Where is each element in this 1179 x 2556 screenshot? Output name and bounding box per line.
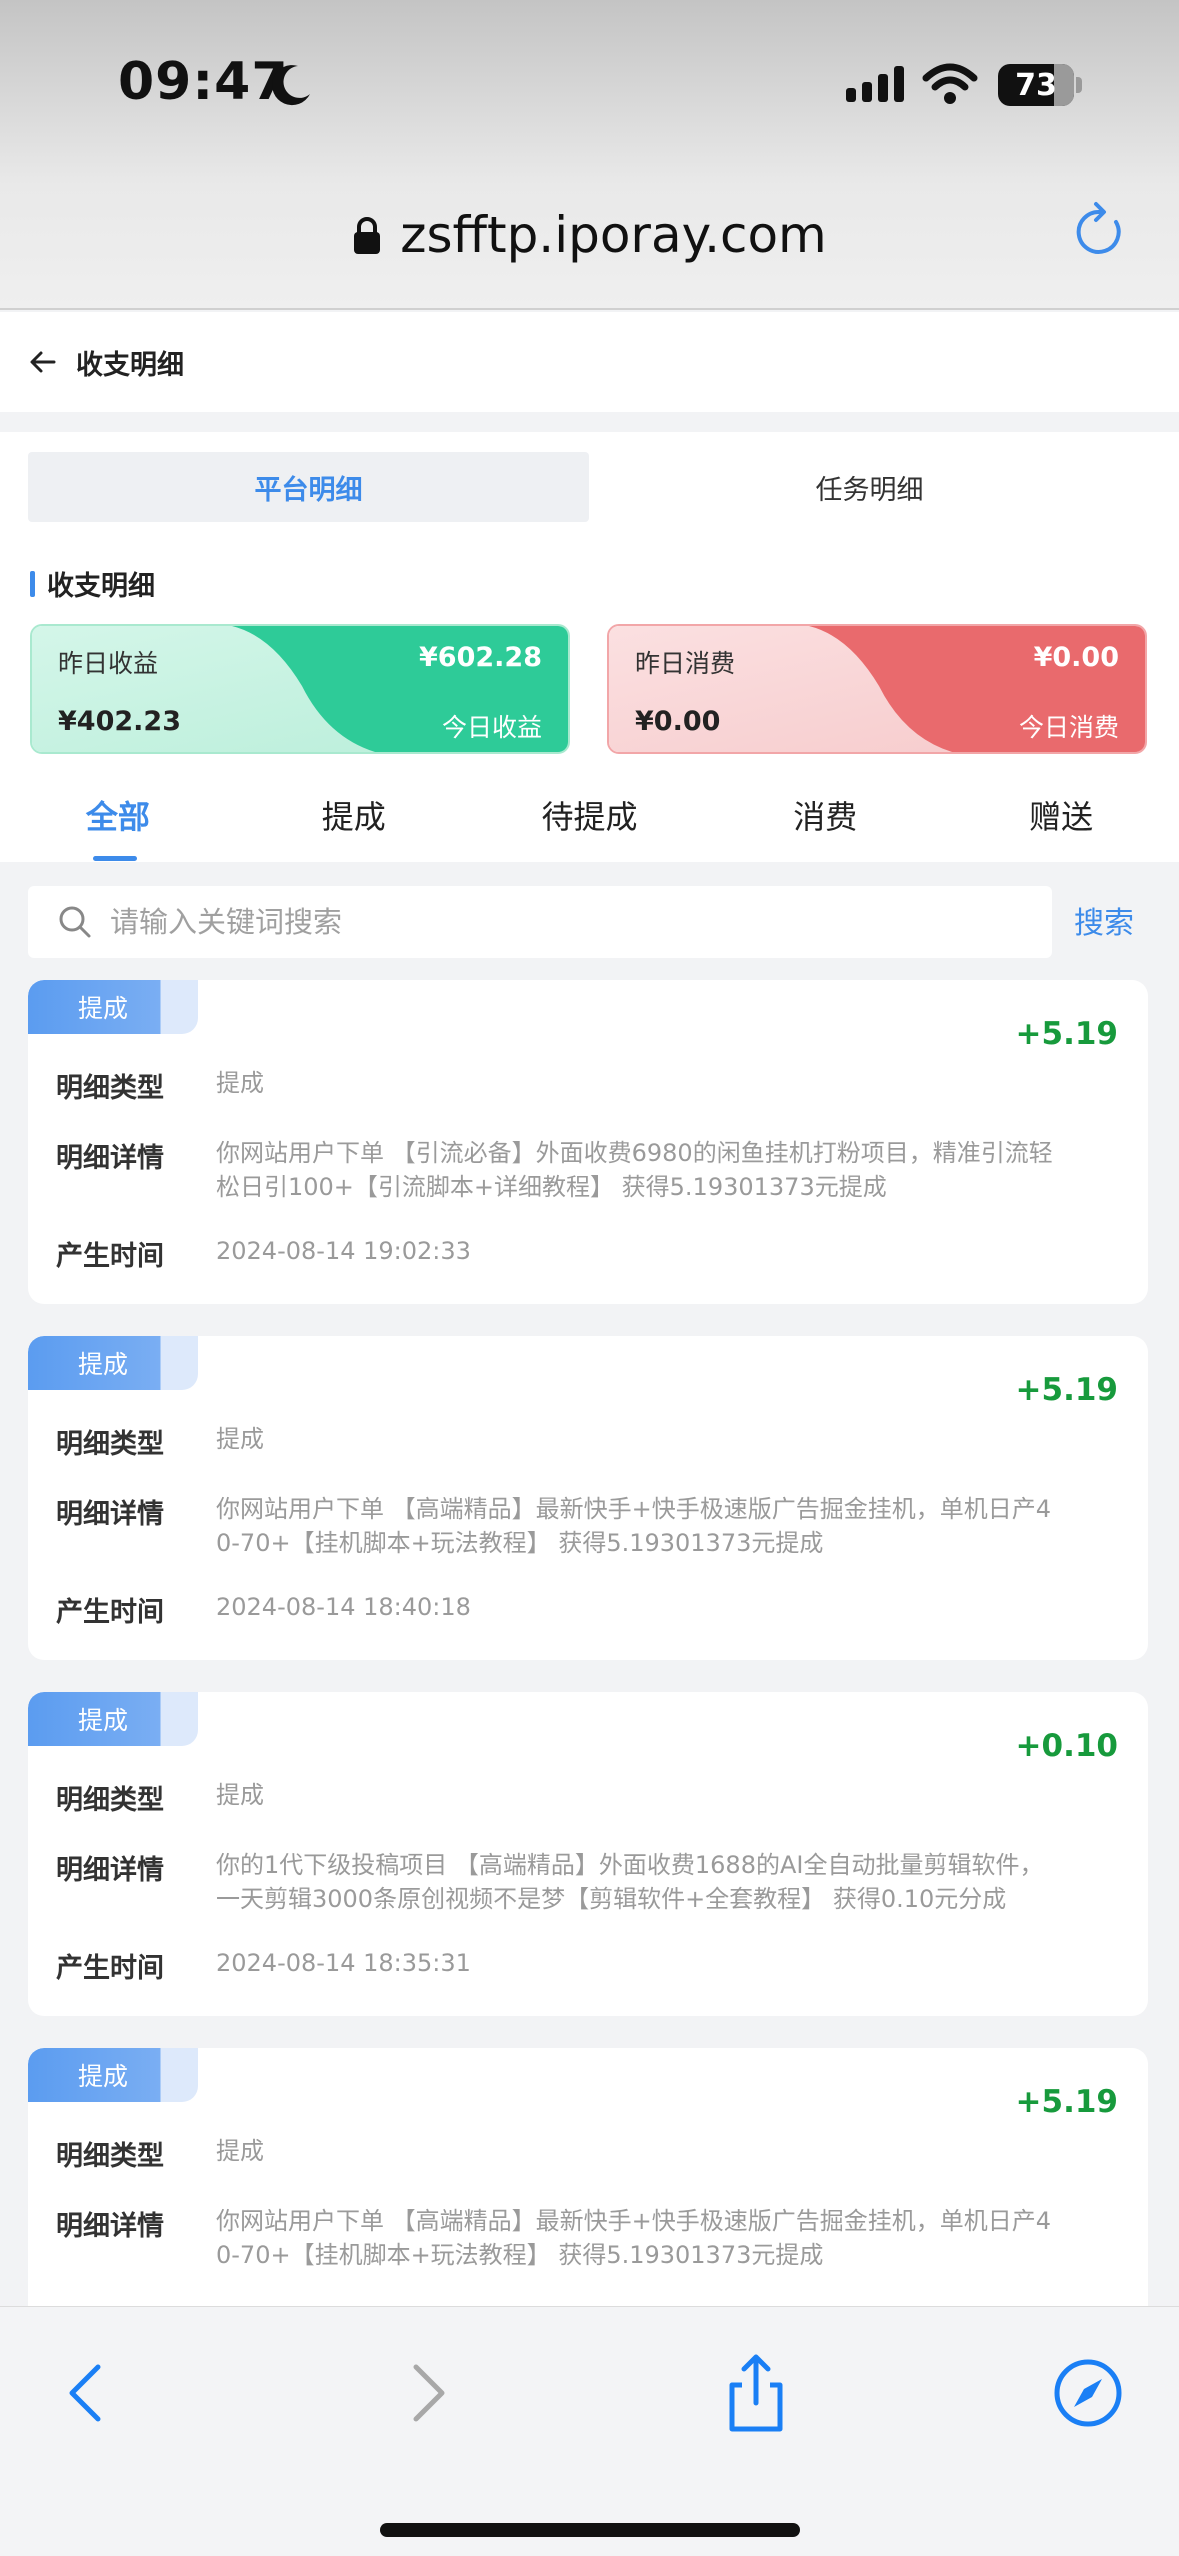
search-input[interactable] bbox=[110, 905, 1010, 939]
summary-section: 平台明细 任务明细 收支明细 昨日收益 ¥602.28 ¥402.23 今日收益 bbox=[0, 432, 1179, 862]
record-amount: +5.19 bbox=[1015, 1016, 1118, 1052]
section-title-marker bbox=[30, 570, 35, 597]
record-list: 提成 +5.19 明细类型 提成 明细详情 你网站用户下单 【引流必备】外面收费… bbox=[28, 980, 1148, 2404]
share-icon[interactable] bbox=[716, 2353, 796, 2433]
filter-tab-pending-commission[interactable]: 待提成 bbox=[472, 782, 708, 862]
yesterday-expense-amount: ¥0.00 bbox=[1033, 642, 1119, 673]
expense-summary-card: 昨日消费 ¥0.00 ¥0.00 今日消费 bbox=[607, 624, 1147, 754]
search-button[interactable]: 搜索 bbox=[1074, 898, 1134, 942]
record-tag: 提成 bbox=[28, 2048, 198, 2102]
browser-chrome: 09:47 73 zsfftp.iporay.com bbox=[0, 0, 1179, 310]
back-icon[interactable] bbox=[48, 2353, 128, 2433]
battery-tip bbox=[1076, 77, 1082, 93]
today-expense-amount: ¥0.00 bbox=[635, 706, 721, 737]
record-detail-row: 明细详情 你网站用户下单 【高端精品】最新快手+快手极速版广告掘金挂机，单机日产… bbox=[56, 1495, 1052, 1557]
record-type-row: 明细类型 提成 bbox=[56, 1425, 264, 1460]
tab-task-details[interactable]: 任务明细 bbox=[589, 452, 1150, 522]
record-detail-row: 明细详情 你网站用户下单 【引流必备】外面收费6980的闲鱼挂机打粉项目，精准引… bbox=[56, 1139, 1053, 1201]
today-expense-label: 今日消费 bbox=[1018, 713, 1119, 742]
filter-tab-all[interactable]: 全部 bbox=[0, 782, 236, 862]
search-icon bbox=[59, 906, 91, 938]
record-card[interactable]: 提成 +5.19 明细类型 提成 明细详情 你网站用户下单 【引流必备】外面收费… bbox=[28, 980, 1148, 1304]
record-card[interactable]: 提成 +5.19 明细类型 提成 明细详情 你网站用户下单 【高端精品】最新快手… bbox=[28, 1336, 1148, 1660]
record-card[interactable]: 提成 +0.10 明细类型 提成 明细详情 你的1代下级投稿项目 【高端精品】外… bbox=[28, 1692, 1148, 2016]
wifi-icon bbox=[922, 63, 978, 104]
record-amount: +0.10 bbox=[1015, 1728, 1118, 1764]
record-type-row: 明细类型 提成 bbox=[56, 1069, 264, 1104]
record-time-row: 产生时间 2024-08-14 18:40:18 bbox=[56, 1593, 471, 1628]
record-detail-row: 明细详情 你网站用户下单 【高端精品】最新快手+快手极速版广告掘金挂机，单机日产… bbox=[56, 2207, 1052, 2269]
filter-tab-commission[interactable]: 提成 bbox=[236, 782, 472, 862]
page-title: 收支明细 bbox=[76, 349, 184, 381]
forward-icon[interactable] bbox=[386, 2353, 466, 2433]
record-time-row: 产生时间 2024-08-14 19:02:33 bbox=[56, 1237, 471, 1272]
yesterday-income-amount: ¥602.28 bbox=[419, 642, 542, 673]
today-income-amount: ¥402.23 bbox=[58, 706, 181, 737]
battery-indicator: 73 bbox=[998, 64, 1074, 106]
cellular-signal-icon bbox=[846, 66, 904, 102]
filter-tab-expense[interactable]: 消费 bbox=[707, 782, 943, 862]
record-detail-row: 明细详情 你的1代下级投稿项目 【高端精品】外面收费1688的AI全自动批量剪辑… bbox=[56, 1851, 1044, 1913]
income-summary-card: 昨日收益 ¥602.28 ¥402.23 今日收益 bbox=[30, 624, 570, 754]
address-bar[interactable]: zsfftp.iporay.com bbox=[0, 200, 1179, 270]
segment-tabs: 平台明细 任务明细 bbox=[28, 452, 1150, 522]
filter-tab-gift[interactable]: 赠送 bbox=[943, 782, 1179, 862]
home-indicator[interactable] bbox=[380, 2523, 800, 2537]
section-title: 收支明细 bbox=[30, 564, 155, 603]
compass-icon[interactable] bbox=[1048, 2353, 1128, 2433]
record-amount: +5.19 bbox=[1015, 2084, 1118, 2120]
today-income-label: 今日收益 bbox=[441, 713, 542, 742]
search-box bbox=[28, 886, 1052, 958]
moon-icon bbox=[272, 65, 310, 106]
record-tag: 提成 bbox=[28, 980, 198, 1034]
browser-toolbar bbox=[0, 2306, 1179, 2556]
record-type-row: 明细类型 提成 bbox=[56, 2137, 264, 2172]
tab-platform-details[interactable]: 平台明细 bbox=[28, 452, 589, 522]
record-tag: 提成 bbox=[28, 1692, 198, 1746]
filter-tabs: 全部 提成 待提成 消费 赠送 bbox=[0, 782, 1179, 862]
yesterday-income-label: 昨日收益 bbox=[58, 649, 159, 678]
record-tag: 提成 bbox=[28, 1336, 198, 1390]
record-time-row: 产生时间 2024-08-14 18:35:31 bbox=[56, 1949, 471, 1984]
status-time: 09:47 bbox=[118, 52, 289, 112]
url-text[interactable]: zsfftp.iporay.com bbox=[400, 206, 827, 264]
yesterday-expense-label: 昨日消费 bbox=[635, 649, 736, 678]
reload-icon[interactable] bbox=[1070, 200, 1130, 262]
record-amount: +5.19 bbox=[1015, 1372, 1118, 1408]
record-type-row: 明细类型 提成 bbox=[56, 1781, 264, 1816]
page-header: 收支明细 bbox=[0, 312, 1179, 412]
lock-icon bbox=[354, 217, 381, 254]
back-arrow-icon[interactable] bbox=[28, 347, 58, 377]
